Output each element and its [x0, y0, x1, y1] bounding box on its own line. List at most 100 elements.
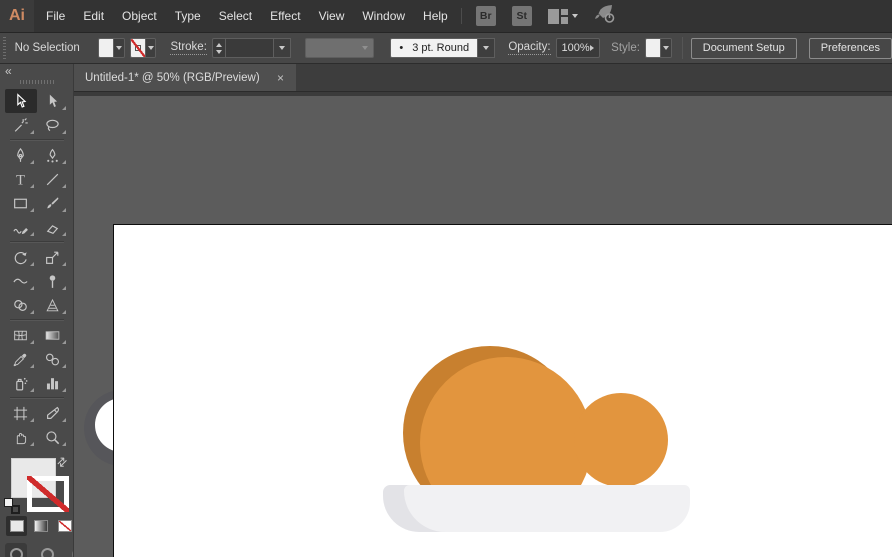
canvas[interactable] — [74, 92, 892, 557]
menubar-divider — [461, 8, 462, 24]
tool-line-segment[interactable] — [37, 167, 69, 191]
svg-text:T: T — [16, 172, 25, 188]
draw-behind-button[interactable] — [36, 543, 58, 557]
tool-eyedropper[interactable] — [5, 347, 37, 371]
stroke-color-dropdown[interactable] — [130, 38, 157, 58]
tool-gradient[interactable] — [37, 323, 69, 347]
workspace-switcher-icon[interactable] — [548, 9, 568, 24]
tool-scale[interactable] — [37, 245, 69, 269]
menu-object[interactable]: Object — [113, 0, 166, 32]
tool-lasso[interactable] — [37, 113, 69, 137]
selection-status: No Selection — [15, 42, 80, 54]
tab-close-icon[interactable]: × — [275, 70, 286, 86]
menu-help[interactable]: Help — [414, 0, 457, 32]
pasteboard-gutter[interactable] — [74, 92, 113, 557]
opacity-field[interactable]: 100% — [556, 38, 601, 58]
menu-edit[interactable]: Edit — [74, 0, 113, 32]
tools-panel-grip[interactable] — [20, 80, 54, 84]
illustrator-window: Ai FileEditObjectTypeSelectEffectViewWin… — [0, 0, 892, 557]
tool-artboard[interactable] — [5, 401, 37, 425]
brush-chevron-down-icon — [478, 38, 495, 58]
style-dropdown[interactable] — [645, 38, 672, 58]
preferences-button[interactable]: Preferences — [809, 38, 892, 59]
tools-divider — [10, 397, 64, 399]
control-bar: No Selection Stroke: • 3 pt. Round — [0, 32, 892, 64]
tool-magic-wand[interactable] — [5, 113, 37, 137]
tool-shaper[interactable] — [5, 215, 37, 239]
draw-inside-button[interactable] — [67, 543, 74, 557]
document-tab-title: Untitled-1* @ 50% (RGB/Preview) — [85, 72, 260, 84]
menu-view[interactable]: View — [310, 0, 354, 32]
tool-rotate[interactable] — [5, 245, 37, 269]
menu-window[interactable]: Window — [353, 0, 414, 32]
plate[interactable] — [404, 485, 690, 532]
tool-hand[interactable] — [5, 425, 37, 449]
tool-zoom[interactable] — [37, 425, 69, 449]
stroke-proxy-swatch[interactable] — [27, 476, 69, 512]
menu-select[interactable]: Select — [210, 0, 261, 32]
drawing-mode-buttons — [5, 543, 74, 557]
menu-file[interactable]: File — [37, 0, 74, 32]
none-button[interactable] — [54, 516, 74, 536]
tool-shape-builder[interactable] — [5, 293, 37, 317]
menu-bar: Ai FileEditObjectTypeSelectEffectViewWin… — [0, 0, 892, 32]
fill-chevron-down-icon — [113, 39, 124, 57]
tool-slice[interactable] — [37, 401, 69, 425]
menu-type[interactable]: Type — [166, 0, 210, 32]
default-fill-stroke-icon[interactable] — [4, 498, 20, 514]
stroke-color-swatch — [131, 39, 145, 57]
tool-selection[interactable] — [5, 89, 37, 113]
opacity-label[interactable]: Opacity: — [508, 41, 550, 55]
tools-panel: « T ⇄ — [0, 64, 74, 557]
style-chevron-down-icon — [660, 39, 671, 57]
gpu-performance-icon[interactable] — [592, 3, 616, 30]
draw-normal-button[interactable] — [5, 543, 27, 557]
app-logo: Ai — [0, 0, 34, 32]
stock-button[interactable]: St — [512, 6, 532, 26]
tools-divider — [10, 139, 64, 141]
document-setup-button[interactable]: Document Setup — [691, 38, 797, 59]
stroke-weight-field[interactable] — [226, 38, 274, 58]
stroke-weight-chevron-down-icon[interactable] — [274, 38, 291, 58]
canvas-top-shadow — [74, 92, 892, 96]
opacity-value: 100% — [562, 42, 590, 54]
document-tab[interactable]: Untitled-1* @ 50% (RGB/Preview) × — [74, 64, 296, 91]
tool-curvature[interactable] — [37, 143, 69, 167]
menu-items: FileEditObjectTypeSelectEffectViewWindow… — [34, 0, 457, 32]
tool-eraser[interactable] — [37, 215, 69, 239]
color-button[interactable] — [6, 516, 27, 536]
swap-fill-stroke-icon[interactable]: ⇄ — [54, 453, 71, 470]
cloud-small-circle[interactable] — [574, 393, 668, 487]
tools-divider — [10, 319, 64, 321]
tool-direct-selection[interactable] — [37, 89, 69, 113]
gradient-button[interactable] — [30, 516, 51, 536]
document-tab-bar: Untitled-1* @ 50% (RGB/Preview) × — [74, 64, 892, 92]
workspace-chevron-down-icon[interactable] — [572, 14, 578, 18]
tool-perspective-grid[interactable] — [37, 293, 69, 317]
tool-mesh[interactable] — [5, 323, 37, 347]
tool-blend[interactable] — [37, 347, 69, 371]
collapse-panel-icon[interactable]: « — [5, 64, 11, 78]
tools-grid: T — [0, 89, 73, 449]
tool-puppet-warp[interactable] — [37, 269, 69, 293]
tool-column-graph[interactable] — [37, 371, 69, 395]
menu-effect[interactable]: Effect — [261, 0, 309, 32]
style-label: Style: — [611, 42, 640, 54]
brush-definition-dropdown[interactable]: • 3 pt. Round — [390, 38, 495, 58]
stroke-weight-stepper[interactable] — [212, 38, 226, 58]
artboard[interactable] — [113, 224, 892, 557]
bridge-button[interactable]: Br — [476, 6, 496, 26]
color-mode-buttons — [6, 516, 74, 536]
stroke-weight-label[interactable]: Stroke: — [170, 41, 206, 55]
opacity-expand-icon[interactable] — [590, 45, 594, 51]
tool-rectangle[interactable] — [5, 191, 37, 215]
tool-pen[interactable] — [5, 143, 37, 167]
tool-type[interactable]: T — [5, 167, 37, 191]
control-bar-divider — [682, 37, 683, 59]
fill-color-dropdown[interactable] — [98, 38, 125, 58]
tool-symbol-sprayer[interactable] — [5, 371, 37, 395]
tool-paintbrush[interactable] — [37, 191, 69, 215]
control-bar-grip[interactable] — [3, 37, 6, 59]
tool-width[interactable] — [5, 269, 37, 293]
stroke-weight-control[interactable] — [212, 38, 291, 58]
